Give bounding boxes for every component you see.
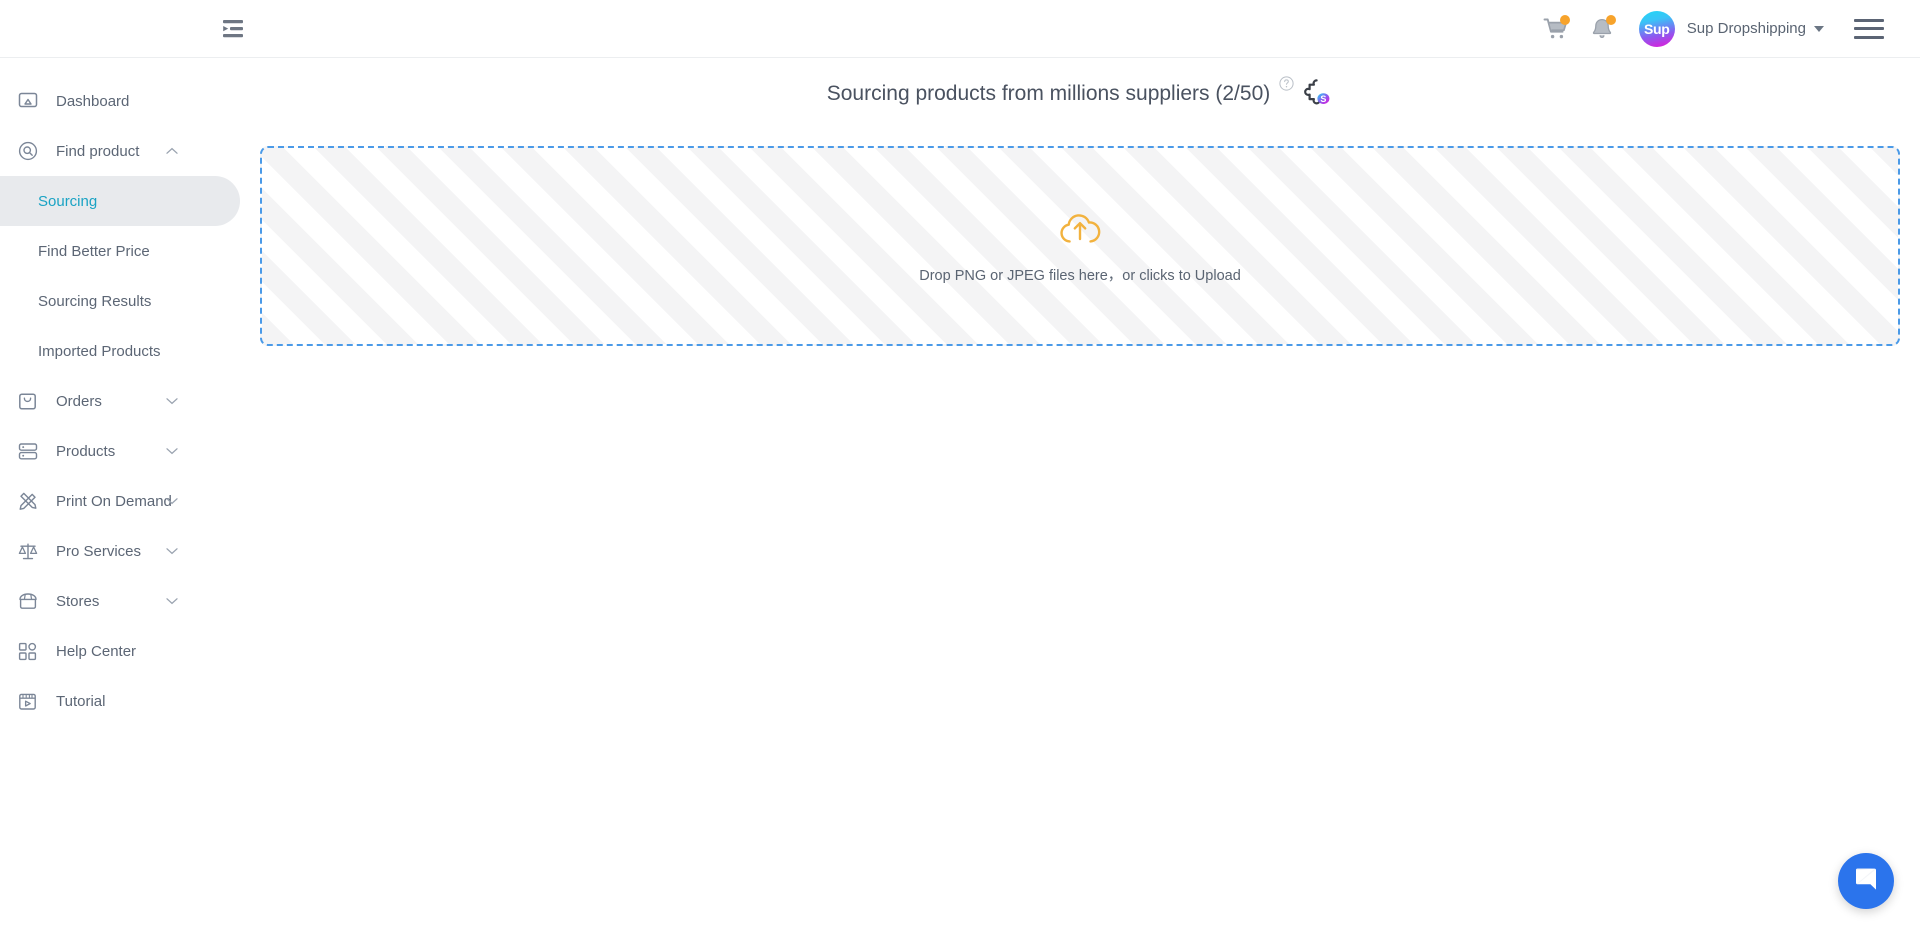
svg-text:S: S bbox=[1321, 94, 1327, 104]
collapse-sidebar-icon[interactable] bbox=[216, 14, 250, 44]
video-icon bbox=[18, 689, 44, 713]
sidebar-item-label: Stores bbox=[56, 593, 99, 610]
sidebar-item-label: Orders bbox=[56, 393, 102, 410]
sidebar-item-label: Pro Services bbox=[56, 543, 141, 560]
chevron-down-icon[interactable] bbox=[1814, 26, 1824, 32]
bag-icon bbox=[18, 389, 44, 413]
chat-widget-button[interactable] bbox=[1838, 853, 1894, 909]
cart-badge-dot bbox=[1560, 15, 1570, 25]
pencil-ruler-icon bbox=[18, 489, 44, 513]
chevron-down-icon[interactable] bbox=[166, 495, 178, 507]
sidebar-item-print-on-demand[interactable]: Print On Demand bbox=[0, 476, 240, 526]
chevron-down-icon[interactable] bbox=[166, 445, 178, 457]
account-name[interactable]: Sup Dropshipping bbox=[1687, 20, 1806, 37]
sidebar-item-label: Dashboard bbox=[56, 93, 129, 110]
bell-icon[interactable] bbox=[1579, 8, 1625, 50]
cloud-upload-icon bbox=[1057, 208, 1103, 248]
chevron-down-icon[interactable] bbox=[166, 595, 178, 607]
chevron-down-icon[interactable] bbox=[166, 395, 178, 407]
grid-icon bbox=[18, 639, 44, 663]
file-dropzone[interactable]: Drop PNG or JPEG files here，or clicks to… bbox=[260, 146, 1900, 346]
sidebar-item-sourcing-results[interactable]: Sourcing Results bbox=[0, 276, 240, 326]
sidebar-item-label: Find product bbox=[56, 143, 139, 160]
main-content: Sourcing products from millions supplier… bbox=[240, 58, 1920, 937]
sidebar-item-find-product[interactable]: Find product bbox=[0, 126, 240, 176]
hamburger-menu-icon[interactable] bbox=[1854, 17, 1884, 41]
sidebar-item-pro-services[interactable]: Pro Services bbox=[0, 526, 240, 576]
sidebar-item-label: Products bbox=[56, 443, 115, 460]
sidebar-subitem-label: Sourcing Results bbox=[38, 293, 151, 310]
avatar[interactable]: Sup bbox=[1639, 11, 1675, 47]
cart-icon[interactable] bbox=[1533, 8, 1579, 50]
page-title-row: Sourcing products from millions supplier… bbox=[240, 58, 1920, 130]
dropzone-label: Drop PNG or JPEG files here，or clicks to… bbox=[919, 264, 1241, 285]
chevron-up-icon[interactable] bbox=[166, 145, 178, 157]
scales-icon bbox=[18, 539, 44, 563]
chat-bubble-icon bbox=[1852, 865, 1880, 898]
sidebar-subitem-label: Find Better Price bbox=[38, 243, 150, 260]
sidebar: Dashboard Find product Sourcing Find Bet… bbox=[0, 58, 240, 937]
top-bar-right-group: Sup Sup Dropshipping bbox=[1533, 8, 1920, 50]
sidebar-item-products[interactable]: Products bbox=[0, 426, 240, 476]
bell-badge-dot bbox=[1606, 15, 1616, 25]
sidebar-item-find-better-price[interactable]: Find Better Price bbox=[0, 226, 240, 276]
dashboard-icon bbox=[18, 89, 44, 113]
sidebar-item-imported-products[interactable]: Imported Products bbox=[0, 326, 240, 376]
sidebar-item-tutorial[interactable]: Tutorial bbox=[0, 676, 240, 726]
top-bar: Sup Sup Dropshipping bbox=[0, 0, 1920, 58]
sidebar-item-help-center[interactable]: Help Center bbox=[0, 626, 240, 676]
page-title: Sourcing products from millions supplier… bbox=[827, 82, 1271, 106]
question-mark-circle-icon[interactable] bbox=[1279, 76, 1294, 91]
sidebar-subitem-label: Imported Products bbox=[38, 343, 161, 360]
sidebar-item-sourcing[interactable]: Sourcing bbox=[0, 176, 240, 226]
sidebar-item-stores[interactable]: Stores bbox=[0, 576, 240, 626]
puzzle-extension-icon[interactable]: S bbox=[1299, 77, 1333, 111]
boxes-icon bbox=[18, 439, 44, 463]
sidebar-item-orders[interactable]: Orders bbox=[0, 376, 240, 426]
sidebar-item-label: Help Center bbox=[56, 643, 136, 660]
sidebar-subitem-label: Sourcing bbox=[38, 193, 97, 210]
sidebar-item-label: Print On Demand bbox=[56, 493, 172, 510]
sidebar-item-dashboard[interactable]: Dashboard bbox=[0, 76, 240, 126]
chevron-down-icon[interactable] bbox=[166, 545, 178, 557]
sidebar-item-label: Tutorial bbox=[56, 693, 105, 710]
search-icon bbox=[18, 139, 44, 163]
store-icon bbox=[18, 589, 44, 613]
